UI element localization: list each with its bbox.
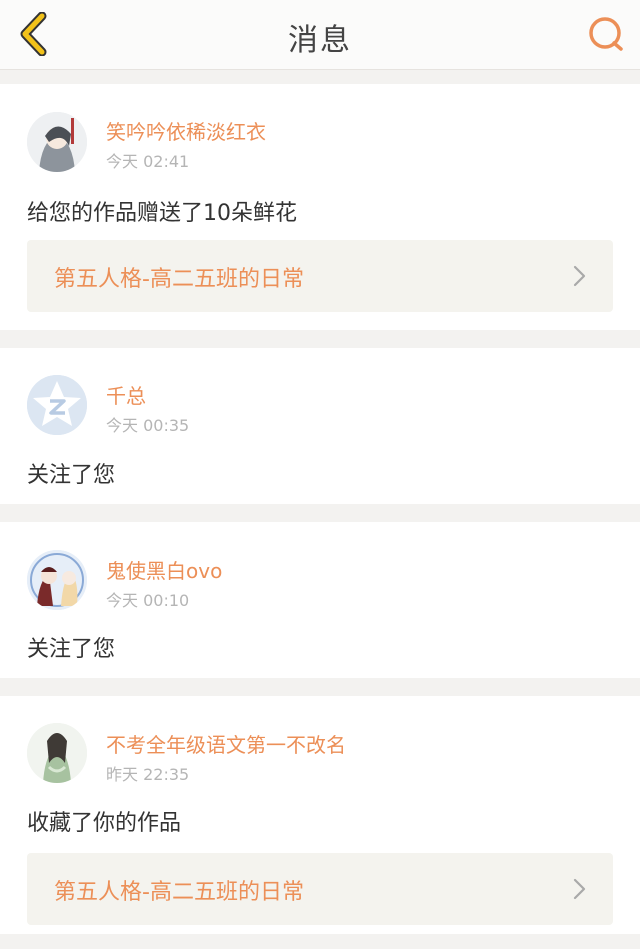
chevron-right-icon <box>573 265 586 287</box>
notification-card: 笑吟吟依稀淡红衣 今天 02:41 给您的作品赠送了10朵鲜花 第五人格-高二五… <box>0 84 640 330</box>
notification-text: 关注了您 <box>27 637 116 662</box>
notification-text: 关注了您 <box>27 463 116 488</box>
notification-card: 不考全年级语文第一不改名 昨天 22:35 收藏了你的作品 第五人格-高二五班的… <box>0 696 640 934</box>
timestamp: 昨天 22:35 <box>106 765 190 784</box>
anime-character-avatar-icon <box>27 723 87 783</box>
work-title: 第五人格-高二五班的日常 <box>54 267 304 292</box>
work-title: 第五人格-高二五班的日常 <box>54 880 304 905</box>
user-avatar[interactable] <box>27 112 87 172</box>
timestamp: 今天 00:35 <box>106 416 190 435</box>
user-avatar[interactable] <box>27 723 87 783</box>
user-name[interactable]: 笑吟吟依稀淡红衣 <box>106 116 266 145</box>
anime-character-avatar-icon <box>27 550 87 610</box>
search-button[interactable] <box>586 14 626 54</box>
user-name[interactable]: 千总 <box>106 380 146 409</box>
notification-text: 收藏了你的作品 <box>27 811 182 836</box>
work-link[interactable]: 第五人格-高二五班的日常 <box>27 240 613 312</box>
anime-character-avatar-icon <box>27 112 87 172</box>
chevron-right-icon <box>573 878 586 900</box>
page-title: 消息 <box>288 23 352 58</box>
user-avatar[interactable] <box>27 550 87 610</box>
top-bar: 消息 <box>0 0 640 70</box>
work-link[interactable]: 第五人格-高二五班的日常 <box>27 853 613 925</box>
timestamp: 今天 02:41 <box>106 152 190 171</box>
user-avatar[interactable] <box>27 375 87 435</box>
search-icon <box>589 17 623 51</box>
qq-default-avatar-icon <box>27 375 87 435</box>
notification-card: 鬼使黑白ovo 今天 00:10 关注了您 <box>0 522 640 678</box>
notification-text: 给您的作品赠送了10朵鲜花 <box>27 201 297 226</box>
user-name[interactable]: 不考全年级语文第一不改名 <box>106 729 346 758</box>
user-name[interactable]: 鬼使黑白ovo <box>106 555 222 584</box>
notification-card: 千总 今天 00:35 关注了您 <box>0 348 640 504</box>
timestamp: 今天 00:10 <box>106 591 190 610</box>
